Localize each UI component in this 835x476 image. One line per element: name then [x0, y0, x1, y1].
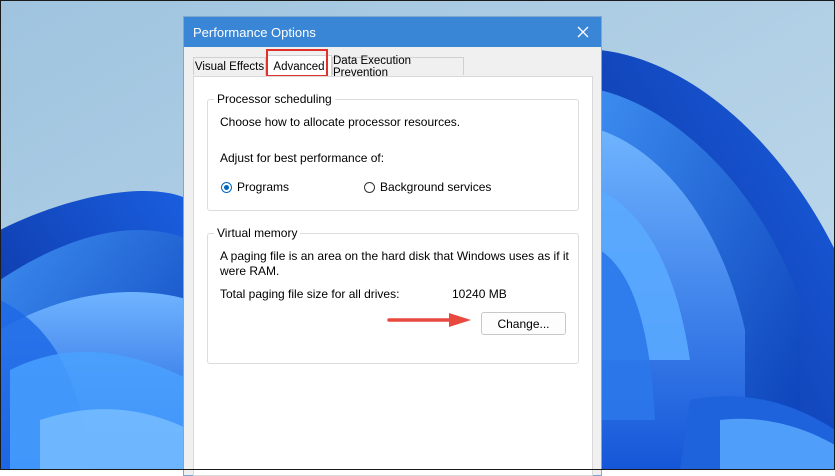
virtual-memory-group: Virtual memory A paging file is an area … — [207, 226, 579, 364]
tab-label: Visual Effects — [194, 60, 265, 73]
virtual-memory-description-line2: were RAM. — [220, 264, 280, 278]
group-title: Virtual memory — [214, 226, 301, 240]
radio-checked-icon — [221, 181, 232, 193]
radio-label: Background services — [380, 180, 492, 194]
red-arrow-annotation — [387, 313, 471, 327]
tab-label: Advanced — [273, 60, 325, 73]
total-paging-label: Total paging file size for all drives: — [220, 287, 400, 301]
close-button[interactable] — [565, 17, 601, 47]
title-bar: Performance Options — [184, 17, 601, 47]
virtual-memory-description-line1: A paging file is an area on the hard dis… — [220, 249, 569, 263]
radio-background-services[interactable]: Background services — [364, 180, 491, 194]
radio-programs[interactable]: Programs — [221, 180, 289, 194]
group-title: Processor scheduling — [214, 92, 335, 106]
change-button[interactable]: Change... — [481, 312, 566, 335]
adjust-label: Adjust for best performance of: — [220, 151, 385, 165]
tab-advanced[interactable]: Advanced — [266, 55, 332, 77]
radio-label: Programs — [237, 180, 290, 194]
advanced-tab-panel: Processor scheduling Choose how to alloc… — [193, 76, 593, 476]
tab-label: Data Execution Prevention — [333, 54, 411, 79]
radio-unchecked-icon — [364, 181, 375, 193]
tab-data-execution-prevention[interactable]: Data Execution Prevention — [332, 55, 464, 79]
window-title: Performance Options — [193, 25, 316, 40]
tab-visual-effects[interactable]: Visual Effects — [193, 57, 266, 75]
processor-description: Choose how to allocate processor resourc… — [220, 115, 461, 129]
total-paging-value: 10240 MB — [452, 287, 507, 301]
performance-options-dialog: Performance Options Visual Effects Data … — [183, 16, 602, 476]
close-icon — [577, 26, 589, 38]
processor-scheduling-group: Processor scheduling Choose how to alloc… — [207, 92, 579, 211]
